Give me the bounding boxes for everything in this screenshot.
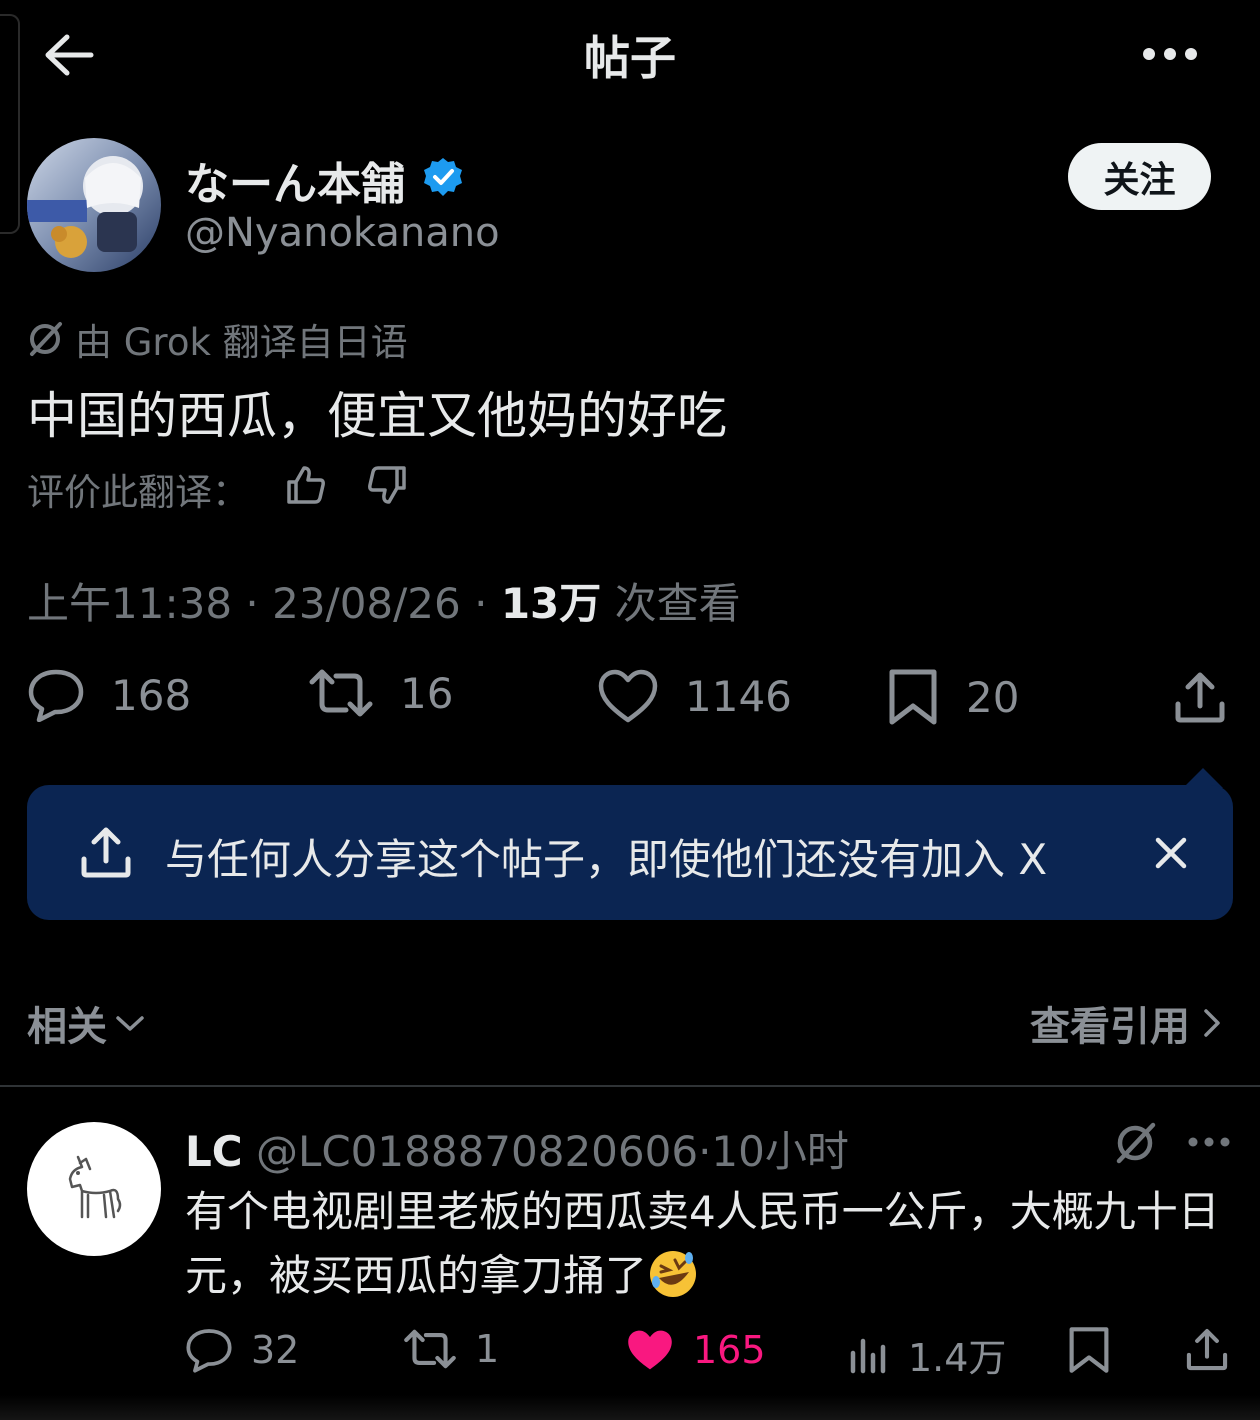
author-name[interactable]: なーん本舗 bbox=[185, 148, 405, 212]
related-dropdown[interactable]: 相关 bbox=[27, 994, 145, 1052]
reply-author-name[interactable]: LC bbox=[185, 1127, 243, 1176]
share-upload-icon bbox=[78, 825, 134, 881]
repost-button[interactable]: 16 bbox=[308, 668, 453, 718]
heart-icon bbox=[598, 669, 658, 723]
post-meta: 上午11:38 · 23/08/26 · 13万 次查看 bbox=[27, 579, 741, 628]
reply-views-button[interactable]: 1.4万 bbox=[848, 1327, 1006, 1382]
view-quotes-label: 查看引用 bbox=[1030, 1004, 1190, 1050]
reply-icon bbox=[28, 669, 84, 722]
bookmark-icon bbox=[1069, 1327, 1109, 1373]
reply-like-button[interactable]: 165 bbox=[625, 1327, 766, 1373]
share-icon bbox=[1175, 672, 1225, 723]
author-avatar[interactable] bbox=[27, 138, 161, 272]
view-quotes-link[interactable]: 查看引用 bbox=[1030, 994, 1222, 1052]
reply-icon bbox=[186, 1329, 232, 1373]
horse-icon bbox=[68, 1155, 122, 1219]
reply-repost-count: 1 bbox=[475, 1327, 500, 1371]
like-button[interactable]: 1146 bbox=[597, 668, 792, 724]
repost-icon bbox=[404, 1329, 456, 1369]
view-count: 13万 bbox=[500, 579, 602, 628]
reply-share-button[interactable] bbox=[1184, 1326, 1230, 1374]
chevron-right-icon bbox=[1204, 1009, 1220, 1037]
like-count: 1146 bbox=[685, 671, 792, 721]
reply-like-count: 165 bbox=[693, 1328, 766, 1372]
follow-button[interactable]: 关注 bbox=[1068, 143, 1211, 210]
grok-icon bbox=[30, 322, 62, 356]
reply-header: LC @LC0188870820606·10小时 bbox=[185, 1127, 849, 1176]
more-options-button[interactable] bbox=[1138, 36, 1202, 72]
reply-view-count: 1.4万 bbox=[908, 1336, 1007, 1380]
translation-source-label: 由 Grok 翻译自日语 bbox=[75, 321, 408, 364]
bookmark-icon bbox=[889, 669, 937, 725]
bookmark-button[interactable]: 20 bbox=[886, 668, 1019, 726]
post-date: 23/08/26 bbox=[272, 579, 461, 628]
reply-author-handle[interactable]: @LC0188870820606 bbox=[256, 1127, 698, 1176]
bottom-edge bbox=[0, 1395, 1260, 1420]
view-count-label: 次查看 bbox=[614, 579, 741, 628]
rate-translation-label: 评价此翻译： bbox=[27, 471, 249, 514]
thumbs-up-icon[interactable] bbox=[283, 462, 329, 508]
repost-count: 16 bbox=[400, 668, 454, 718]
reply-translate-icon[interactable] bbox=[1112, 1120, 1158, 1166]
bookmark-count: 20 bbox=[966, 672, 1020, 722]
reply-time: 10小时 bbox=[711, 1127, 849, 1176]
post-text: 中国的西瓜，便宜又他妈的好吃 bbox=[27, 387, 727, 445]
page-title: 帖子 bbox=[584, 31, 676, 85]
related-label: 相关 bbox=[27, 1004, 107, 1050]
share-icon bbox=[1186, 1329, 1228, 1371]
translation-source: 由 Grok 翻译自日语 bbox=[27, 312, 408, 366]
reply-button[interactable]: 168 bbox=[27, 668, 191, 722]
post-time: 上午11:38 bbox=[27, 579, 233, 628]
close-banner-button[interactable] bbox=[1148, 830, 1194, 876]
section-divider bbox=[0, 1085, 1260, 1087]
chevron-down-icon bbox=[116, 1016, 144, 1031]
reply-text-body: 有个电视剧里老板的西瓜卖4人民币一公斤，大概九十日元，被买西瓜的拿刀捅了 bbox=[185, 1187, 1220, 1300]
share-banner-text: 与任何人分享这个帖子，即使他们还没有加入 X bbox=[165, 835, 1048, 884]
reply-count: 168 bbox=[111, 670, 192, 720]
reply-reply-button[interactable]: 32 bbox=[185, 1327, 299, 1373]
reply-text: 有个电视剧里老板的西瓜卖4人民币一公斤，大概九十日元，被买西瓜的拿刀捅了 bbox=[185, 1180, 1245, 1308]
repost-icon bbox=[309, 669, 373, 717]
reply-bookmark-button[interactable] bbox=[1066, 1326, 1112, 1374]
reply-more-button[interactable] bbox=[1186, 1130, 1232, 1154]
thumbs-down-icon[interactable] bbox=[364, 462, 410, 508]
more-dots-icon bbox=[1143, 48, 1197, 60]
reply-repost-button[interactable]: 1 bbox=[403, 1327, 499, 1371]
analytics-icon bbox=[850, 1338, 886, 1373]
rolling-laughing-emoji-icon bbox=[650, 1251, 697, 1297]
author-handle[interactable]: @Nyanokanano bbox=[185, 210, 500, 256]
verified-badge-icon bbox=[422, 156, 464, 198]
heart-filled-icon bbox=[628, 1330, 672, 1370]
reply-avatar[interactable] bbox=[27, 1122, 161, 1256]
reply-reply-count: 32 bbox=[251, 1328, 300, 1372]
close-icon bbox=[1155, 837, 1187, 869]
share-button[interactable] bbox=[1172, 670, 1228, 726]
more-dots-icon bbox=[1188, 1137, 1230, 1147]
